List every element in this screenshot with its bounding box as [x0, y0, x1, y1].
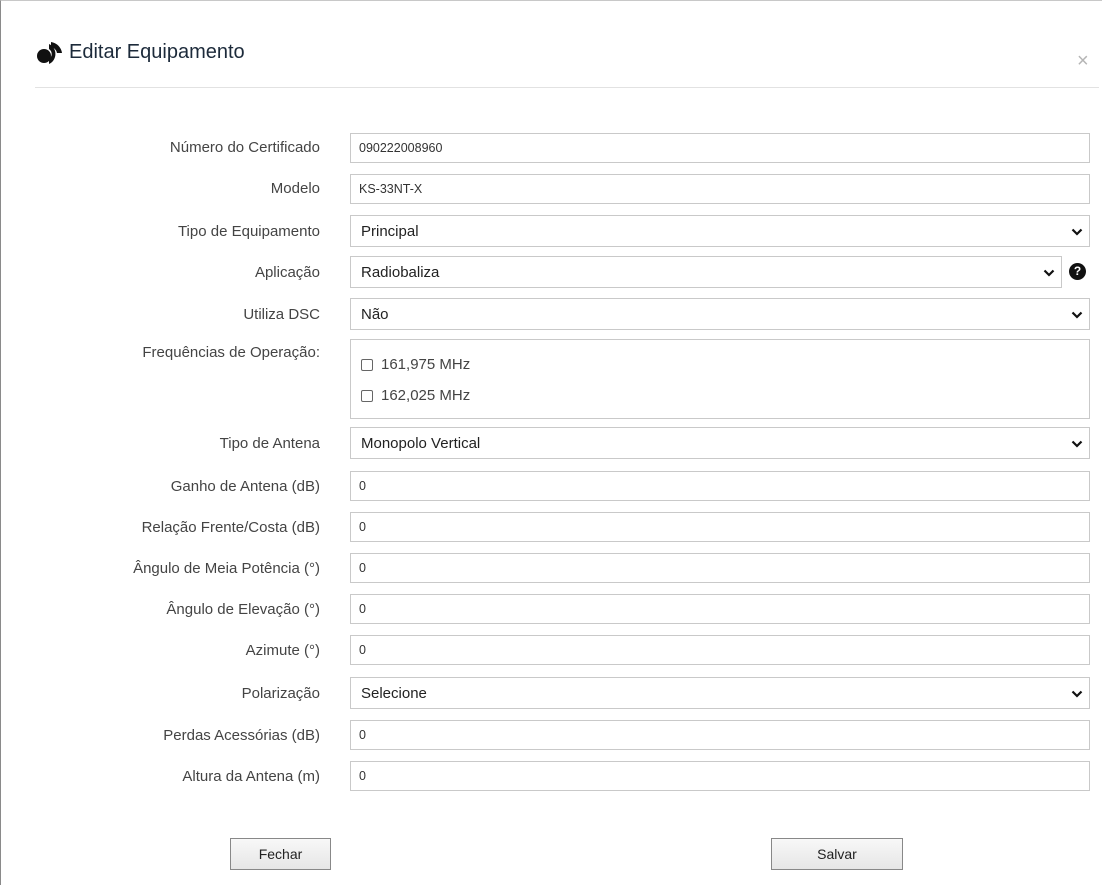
chevron-down-icon: [1071, 440, 1083, 448]
salvar-button[interactable]: Salvar: [771, 838, 903, 870]
dialog-title: Editar Equipamento: [69, 41, 245, 63]
polarizacao-label: Polarização: [241, 685, 320, 702]
perdas-acessorias-input[interactable]: [350, 720, 1090, 750]
aplicacao-label: Aplicação: [254, 264, 320, 281]
utiliza-dsc-label: Utiliza DSC: [243, 306, 320, 323]
aplicacao-value: Radiobaliza: [361, 264, 440, 281]
modelo-label: Modelo: [270, 180, 320, 197]
aplicacao-select[interactable]: Radiobaliza: [350, 256, 1062, 288]
tipo-equipamento-value: Principal: [361, 223, 419, 240]
checkbox[interactable]: [361, 359, 373, 371]
tipo-antena-label: Tipo de Antena: [219, 435, 320, 452]
frequency-option-label: 161,975 MHz: [381, 356, 471, 373]
angulo-elevacao-label: Ângulo de Elevação (°): [166, 601, 320, 618]
modelo-input[interactable]: [350, 174, 1090, 204]
polarizacao-value: Selecione: [361, 685, 427, 702]
angulo-meia-potencia-label: Ângulo de Meia Potência (°): [133, 560, 320, 577]
frequency-option-label: 162,025 MHz: [381, 387, 471, 404]
perdas-acessorias-label: Perdas Acessórias (dB): [163, 727, 320, 744]
angulo-elevacao-input[interactable]: [350, 594, 1090, 624]
altura-antena-label: Altura da Antena (m): [182, 768, 320, 785]
chevron-down-icon: [1071, 311, 1083, 319]
tipo-equipamento-select[interactable]: Principal: [350, 215, 1090, 247]
close-icon[interactable]: ×: [1077, 51, 1089, 71]
chevron-down-icon: [1043, 269, 1055, 277]
ganho-antena-input[interactable]: [350, 471, 1090, 501]
frequencias-label: Frequências de Operação:: [142, 344, 320, 361]
relacao-frente-costa-input[interactable]: [350, 512, 1090, 542]
brand-logo-icon: [37, 42, 62, 64]
altura-antena-input[interactable]: [350, 761, 1090, 791]
azimute-label: Azimute (°): [245, 642, 320, 659]
tipo-antena-value: Monopolo Vertical: [361, 435, 481, 452]
utiliza-dsc-select[interactable]: Não: [350, 298, 1090, 330]
tipo-equipamento-label: Tipo de Equipamento: [177, 223, 320, 240]
checkbox[interactable]: [361, 390, 373, 402]
tipo-antena-select[interactable]: Monopolo Vertical: [350, 427, 1090, 459]
angulo-meia-potencia-input[interactable]: [350, 553, 1090, 583]
help-icon[interactable]: ?: [1069, 263, 1086, 280]
relacao-frente-costa-label: Relação Frente/Costa (dB): [141, 519, 320, 536]
dialog-header: Editar Equipamento ×: [35, 39, 1103, 87]
header-divider: [35, 87, 1099, 88]
fechar-button[interactable]: Fechar: [230, 838, 331, 870]
certificado-label: Número do Certificado: [169, 139, 320, 156]
polarizacao-select[interactable]: Selecione: [350, 677, 1090, 709]
azimute-input[interactable]: [350, 635, 1090, 665]
frequencias-box: 161,975 MHz 162,025 MHz: [350, 339, 1090, 419]
utiliza-dsc-value: Não: [361, 306, 389, 323]
certificado-input[interactable]: [350, 133, 1090, 163]
edit-equipment-dialog: Editar Equipamento × Número do Certifica…: [0, 0, 1102, 885]
ganho-antena-label: Ganho de Antena (dB): [170, 478, 320, 495]
chevron-down-icon: [1071, 228, 1083, 236]
chevron-down-icon: [1071, 690, 1083, 698]
